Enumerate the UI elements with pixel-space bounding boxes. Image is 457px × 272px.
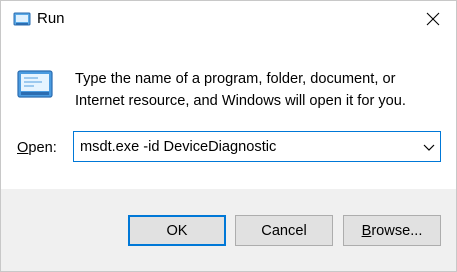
command-combobox[interactable]: msdt.exe -id DeviceDiagnostic [73,131,441,162]
window-title: Run [37,10,65,27]
dialog-description: Type the name of a program, folder, docu… [75,71,406,109]
open-label-text: pen: [28,140,57,156]
cancel-button[interactable]: Cancel [235,215,333,246]
open-label-mnemonic: O [17,140,29,156]
title-bar: Run [1,1,456,37]
run-app-icon [13,12,31,26]
ok-button[interactable]: OK [128,215,226,246]
chevron-down-icon[interactable] [422,140,436,154]
browse-label: rowse... [371,222,423,239]
command-input[interactable]: msdt.exe -id DeviceDiagnostic [80,138,276,156]
run-dialog: Run Type the name of a program, folder, … [0,0,457,272]
browse-button[interactable]: Browse... [343,215,441,246]
close-button[interactable] [410,1,456,37]
browse-mnemonic: B [361,222,372,239]
run-program-icon [17,70,53,98]
close-icon [426,12,440,26]
open-label: Open: [17,139,57,157]
